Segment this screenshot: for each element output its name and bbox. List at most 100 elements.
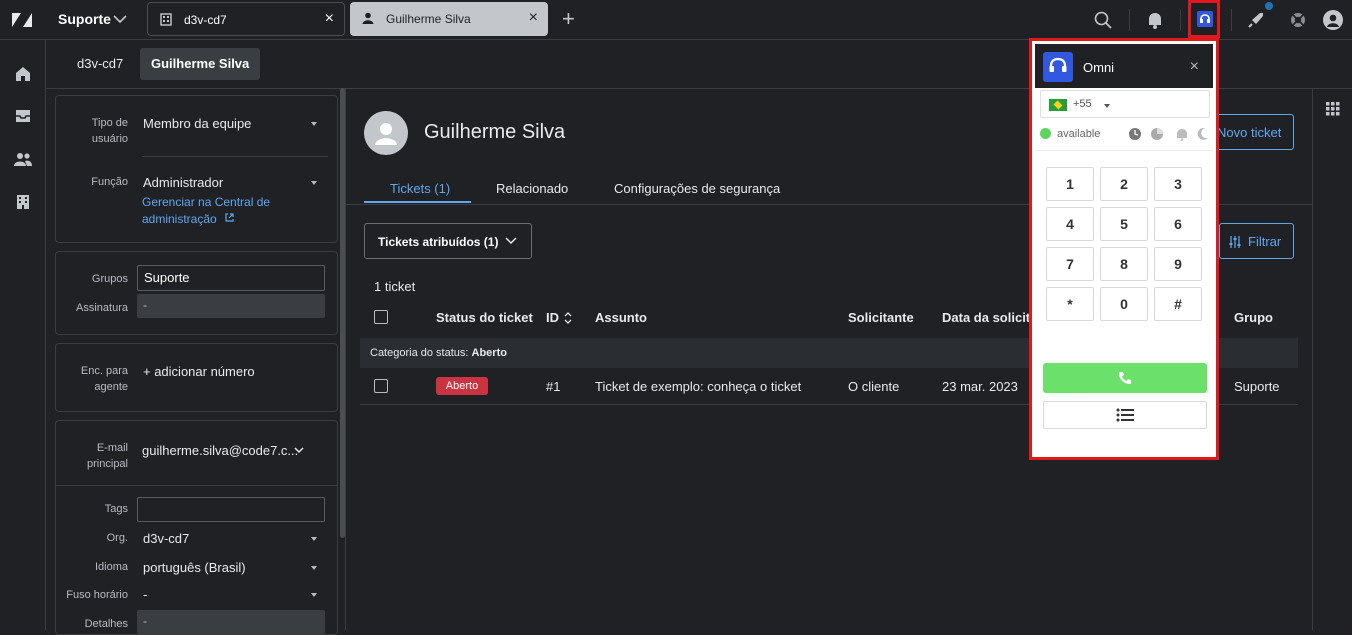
dialpad-key-4[interactable]: 4 <box>1046 207 1094 241</box>
list-icon <box>1116 408 1134 422</box>
caret-down-icon[interactable] <box>311 593 317 597</box>
close-icon[interactable]: × <box>325 11 334 27</box>
caret-down-icon[interactable] <box>311 122 317 126</box>
timezone-select[interactable]: - <box>143 587 147 602</box>
signature-label: Assinatura <box>76 302 128 314</box>
ticket-requester[interactable]: O cliente <box>848 379 899 394</box>
role-select[interactable]: Administrador <box>143 175 223 190</box>
left-nav-rail <box>0 40 46 630</box>
brazil-flag-icon[interactable] <box>1049 99 1067 111</box>
tab-tickets[interactable]: Tickets (1) <box>390 181 450 196</box>
caret-down-icon[interactable] <box>1104 104 1110 108</box>
chevron-down-icon[interactable] <box>112 12 128 26</box>
add-number-link[interactable]: + adicionar número <box>143 364 255 379</box>
dialpad-key-0[interactable]: 0 <box>1100 287 1148 321</box>
bell-icon[interactable] <box>1145 10 1165 30</box>
omni-app-button[interactable] <box>1188 0 1220 38</box>
row-checkbox[interactable] <box>374 379 388 393</box>
sliders-icon <box>1229 236 1241 248</box>
category-value: Aberto <box>471 347 507 359</box>
column-requester[interactable]: Solicitante <box>848 310 914 325</box>
divider <box>56 485 337 486</box>
call-button[interactable] <box>1043 363 1207 393</box>
groups-input[interactable]: Suporte <box>137 265 325 291</box>
details-field[interactable]: - <box>137 610 325 634</box>
user-avatar-icon[interactable] <box>1323 10 1343 30</box>
user-icon <box>362 12 374 24</box>
ticket-date: 23 mar. 2023 <box>942 379 1018 394</box>
select-all-checkbox[interactable] <box>374 310 388 324</box>
clock-icon[interactable] <box>1128 127 1142 141</box>
column-request-date[interactable]: Data da solicita <box>942 310 1037 325</box>
ticket-subject[interactable]: Ticket de exemplo: conheça o ticket <box>595 379 801 394</box>
omni-header: Omni × <box>1035 44 1213 88</box>
subtab-user[interactable]: Guilherme Silva <box>140 48 261 80</box>
dialpad-key-star[interactable]: * <box>1046 287 1094 321</box>
moon-icon[interactable] <box>1195 127 1209 141</box>
column-group[interactable]: Grupo <box>1234 310 1273 325</box>
caret-down-icon[interactable] <box>311 566 317 570</box>
phone-number-input[interactable]: +55 <box>1040 90 1210 118</box>
email-value[interactable]: guilherme.silva@code7.c... <box>142 443 298 458</box>
dialpad-key-3[interactable]: 3 <box>1154 167 1202 201</box>
admin-center-link[interactable]: Gerenciar na Central de administração <box>142 194 302 228</box>
tab-organization[interactable]: d3v-cd7 × <box>147 2 345 36</box>
column-id[interactable]: ID <box>546 310 559 325</box>
close-icon[interactable]: × <box>529 10 538 26</box>
status-badge: Aberto <box>436 377 488 395</box>
search-icon[interactable] <box>1093 10 1113 30</box>
call-history-button[interactable] <box>1043 401 1207 429</box>
user-type-select[interactable]: Membro da equipe <box>143 116 251 131</box>
dialpad-key-5[interactable]: 5 <box>1100 207 1148 241</box>
help-lifebuoy-icon[interactable] <box>1288 10 1308 30</box>
view-dropdown[interactable]: Tickets atribuídos (1) <box>364 223 532 259</box>
signature-field[interactable]: - <box>137 294 325 318</box>
org-select[interactable]: d3v-cd7 <box>143 531 189 546</box>
users-icon[interactable] <box>13 149 33 169</box>
ticket-group: Suporte <box>1234 379 1280 394</box>
new-ticket-button[interactable]: Novo ticket <box>1210 114 1294 150</box>
column-status[interactable]: Status do ticket <box>436 310 533 325</box>
apps-grid-icon[interactable] <box>1326 102 1340 116</box>
tab-related[interactable]: Relacionado <box>496 181 568 196</box>
tags-label: Tags <box>104 503 128 515</box>
close-icon[interactable]: × <box>1190 58 1199 76</box>
add-tab-button[interactable]: + <box>562 6 575 32</box>
subtab-organization[interactable]: d3v-cd7 <box>66 48 134 80</box>
organization-icon[interactable] <box>13 192 33 212</box>
top-bar: Suporte d3v-cd7 × Guilherme Silva × + <box>0 0 1352 40</box>
filter-button[interactable]: Filtrar <box>1219 223 1294 259</box>
sort-icon[interactable] <box>563 311 573 325</box>
divider <box>1312 88 1313 630</box>
rocket-icon[interactable] <box>1246 10 1266 30</box>
caret-down-icon[interactable] <box>311 537 317 541</box>
omni-title: Omni <box>1083 60 1115 75</box>
pie-chart-icon[interactable] <box>1150 127 1164 141</box>
notification-dot <box>1265 2 1273 10</box>
admin-link-text: Gerenciar na Central de administração <box>142 195 271 226</box>
workspace-switcher[interactable]: Suporte <box>58 11 111 27</box>
tab-security-settings[interactable]: Configurações de segurança <box>614 181 780 196</box>
column-subject[interactable]: Assunto <box>595 310 647 325</box>
contact-details-card: E-mail principal guilherme.silva@code7.c… <box>55 420 338 635</box>
dialpad-key-8[interactable]: 8 <box>1100 247 1148 281</box>
agent-status[interactable]: available <box>1057 128 1100 140</box>
dialpad-key-1[interactable]: 1 <box>1046 167 1094 201</box>
dialpad-key-6[interactable]: 6 <box>1154 207 1202 241</box>
tab-user[interactable]: Guilherme Silva × <box>350 2 548 36</box>
dialpad-key-hash[interactable]: # <box>1154 287 1202 321</box>
tags-input[interactable] <box>137 497 325 522</box>
dialpad-key-2[interactable]: 2 <box>1100 167 1148 201</box>
bell-icon[interactable] <box>1175 127 1189 141</box>
ticket-id[interactable]: #1 <box>546 379 560 394</box>
inbox-icon[interactable] <box>13 106 33 126</box>
zendesk-logo-icon[interactable] <box>11 9 33 31</box>
chevron-down-icon[interactable] <box>294 446 304 454</box>
home-icon[interactable] <box>13 64 33 84</box>
dialpad-key-9[interactable]: 9 <box>1154 247 1202 281</box>
building-icon <box>160 13 172 26</box>
dialpad-key-7[interactable]: 7 <box>1046 247 1094 281</box>
caret-down-icon[interactable] <box>311 181 317 185</box>
headset-icon <box>1043 52 1073 82</box>
language-select[interactable]: português (Brasil) <box>143 560 246 575</box>
